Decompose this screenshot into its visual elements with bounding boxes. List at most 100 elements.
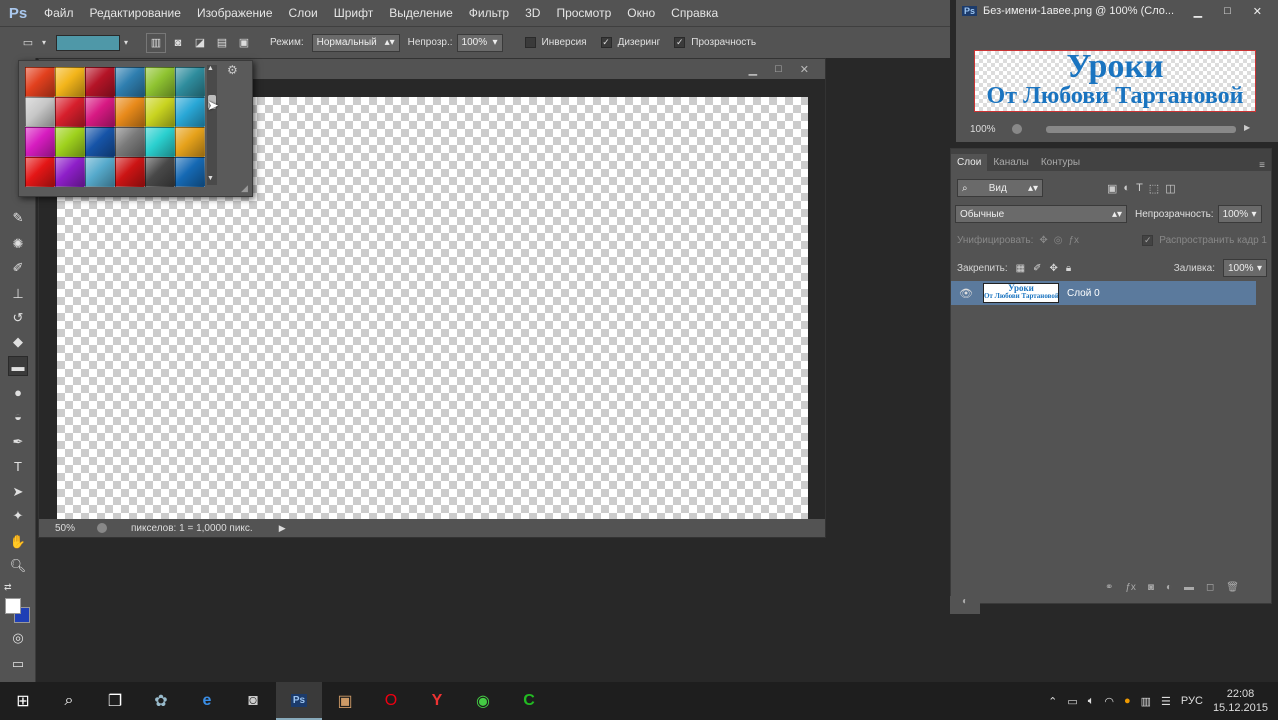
angle-gradient-icon[interactable]: ◪ xyxy=(190,33,210,53)
foreground-color-swatch[interactable] xyxy=(5,598,21,614)
tray-expand-icon[interactable]: ⌃ xyxy=(1048,695,1057,708)
gradient-swatch[interactable] xyxy=(25,157,55,187)
menu-filter[interactable]: Фильтр xyxy=(461,6,517,20)
propagate-checkbox[interactable]: ✓ xyxy=(1142,235,1154,246)
gradient-swatch[interactable] xyxy=(175,67,205,97)
gradient-preview[interactable] xyxy=(56,34,120,51)
maximize-icon[interactable]: □ xyxy=(775,63,782,75)
edge-browser-icon[interactable]: e xyxy=(184,682,230,720)
dodge-tool-icon[interactable]: ◒ xyxy=(8,406,28,426)
pen-tool-icon[interactable]: ✒ xyxy=(8,432,28,452)
gradient-swatch[interactable] xyxy=(145,97,175,127)
lock-transparency-icon[interactable]: ▦ xyxy=(1016,263,1025,274)
brush-tool-icon[interactable]: ✐ xyxy=(8,258,28,278)
resize-grip-icon[interactable]: ◢ xyxy=(241,183,248,194)
gradient-swatch[interactable] xyxy=(145,67,175,97)
link-layers-icon[interactable]: ⚭ xyxy=(1105,582,1113,593)
filter-type-icon[interactable]: T xyxy=(1136,182,1143,194)
filter-smart-object-icon[interactable]: ◫ xyxy=(1165,182,1175,195)
panel-menu-icon[interactable]: ≡ xyxy=(1259,160,1265,171)
unify-visibility-icon[interactable]: ◎ xyxy=(1054,235,1063,246)
gradient-swatch[interactable] xyxy=(85,127,115,157)
tab-paths[interactable]: Контуры xyxy=(1035,154,1086,171)
menu-edit[interactable]: Редактирование xyxy=(82,6,189,20)
type-tool-icon[interactable]: T xyxy=(8,456,28,476)
app-tool-icon[interactable]: ✿ xyxy=(138,682,184,720)
scroll-down-icon[interactable]: ▼ xyxy=(207,175,214,182)
zoom-out-icon[interactable] xyxy=(1012,124,1022,134)
reflected-gradient-icon[interactable]: ▤ xyxy=(212,33,232,53)
gradient-swatch[interactable] xyxy=(175,127,205,157)
camtasia-icon[interactable]: C xyxy=(506,682,552,720)
layer-name[interactable]: Слой 0 xyxy=(1067,288,1100,299)
menu-select[interactable]: Выделение xyxy=(381,6,461,20)
wifi-icon[interactable]: ◠ xyxy=(1104,695,1114,708)
menu-view[interactable]: Просмотр xyxy=(548,6,619,20)
screen-mode-icon[interactable]: ▭ xyxy=(8,654,28,674)
opacity-field[interactable]: 100% ▾ xyxy=(456,33,503,52)
linear-gradient-icon[interactable]: ▥ xyxy=(146,32,166,53)
gradient-swatch[interactable] xyxy=(55,127,85,157)
zoom-level[interactable]: 50% xyxy=(55,523,75,534)
volume-icon[interactable]: 🔈︎ xyxy=(1088,695,1095,708)
zoom-in-icon[interactable]: ▶ xyxy=(1244,123,1250,132)
adjustment-layer-icon[interactable]: ◐ xyxy=(1166,582,1172,593)
gradient-tool-preset-icon[interactable]: ▭ xyxy=(18,33,38,53)
gradient-swatch[interactable] xyxy=(115,127,145,157)
gradient-swatch[interactable] xyxy=(115,97,145,127)
menu-file[interactable]: Файл xyxy=(36,6,82,20)
clock[interactable]: 22:08 15.12.2015 xyxy=(1213,687,1268,715)
gradient-swatch[interactable] xyxy=(145,127,175,157)
opera-browser-icon[interactable]: O xyxy=(368,682,414,720)
close-icon[interactable]: ✕ xyxy=(800,63,809,76)
inversion-checkbox[interactable] xyxy=(524,37,536,48)
gradient-swatch[interactable] xyxy=(115,67,145,97)
task-view-icon[interactable]: ❐ xyxy=(92,682,138,720)
menu-layers[interactable]: Слои xyxy=(281,6,326,20)
minimize-icon[interactable]: ▁ xyxy=(749,63,757,76)
search-icon[interactable]: ⌕ xyxy=(46,682,92,720)
layer-filter-select[interactable]: ⌕ Вид ▴▾ xyxy=(957,179,1043,197)
swatch-scrollbar[interactable]: ▲ ▼ xyxy=(207,65,217,185)
tray-chart-icon[interactable]: ▥ xyxy=(1141,695,1151,708)
gradient-swatch[interactable] xyxy=(175,157,205,187)
add-mask-icon[interactable]: ◙ xyxy=(1148,582,1154,593)
scroll-up-icon[interactable]: ▲ xyxy=(207,65,214,72)
menu-type[interactable]: Шрифт xyxy=(326,6,381,20)
delete-layer-icon[interactable]: 🗑︎ xyxy=(1226,582,1239,593)
gradient-picker-chevron-icon[interactable]: ▾ xyxy=(120,33,132,53)
gradient-swatch[interactable] xyxy=(55,157,85,187)
gradient-swatch[interactable] xyxy=(85,157,115,187)
tab-channels[interactable]: Каналы xyxy=(987,154,1035,171)
unify-position-icon[interactable]: ✥ xyxy=(1039,235,1047,246)
tab-layers[interactable]: Слои xyxy=(951,154,988,171)
status-menu-arrow-icon[interactable]: ▶ xyxy=(279,523,286,534)
lock-all-icon[interactable]: 🔒︎ xyxy=(1066,263,1071,274)
chevron-down-icon[interactable]: ▾ xyxy=(38,33,50,53)
lock-pixels-icon[interactable]: ✐ xyxy=(1033,263,1041,274)
status-info-icon[interactable] xyxy=(97,523,108,533)
navigator-preview[interactable]: Уроки От Любови Тартановой xyxy=(974,50,1256,112)
window-close-icon[interactable]: ✕ xyxy=(1253,5,1262,18)
new-group-icon[interactable]: ▬ xyxy=(1184,582,1194,593)
zoom-tool-icon[interactable]: 🔍︎ xyxy=(8,556,28,576)
menu-image[interactable]: Изображение xyxy=(189,6,281,20)
gradient-swatch[interactable] xyxy=(115,157,145,187)
spot-healing-tool-icon[interactable]: ✺ xyxy=(8,234,28,254)
blend-mode-select[interactable]: Обычные ▴▾ xyxy=(955,205,1127,223)
filter-pixel-icon[interactable]: ▣ xyxy=(1107,182,1117,195)
photoshop-taskbar-icon[interactable]: Ps xyxy=(276,682,322,720)
swap-colors-icon[interactable]: ⇄ xyxy=(4,582,12,593)
camera-app-icon[interactable]: ◙ xyxy=(230,682,276,720)
quick-mask-icon[interactable]: ◎ xyxy=(8,628,28,648)
lock-position-icon[interactable]: ✥ xyxy=(1050,263,1058,274)
gradient-swatch[interactable] xyxy=(175,97,205,127)
path-selection-tool-icon[interactable]: ➤ xyxy=(8,482,28,502)
menu-help[interactable]: Справка xyxy=(663,6,726,20)
layer-opacity-field[interactable]: 100% ▾ xyxy=(1217,205,1262,223)
clone-stamp-tool-icon[interactable]: ⊥ xyxy=(8,284,28,304)
history-brush-tool-icon[interactable]: ↺ xyxy=(8,308,28,328)
navigator-zoom[interactable]: 100% xyxy=(970,124,996,135)
gradient-swatch[interactable] xyxy=(55,97,85,127)
unify-style-icon[interactable]: ƒx xyxy=(1069,235,1080,246)
